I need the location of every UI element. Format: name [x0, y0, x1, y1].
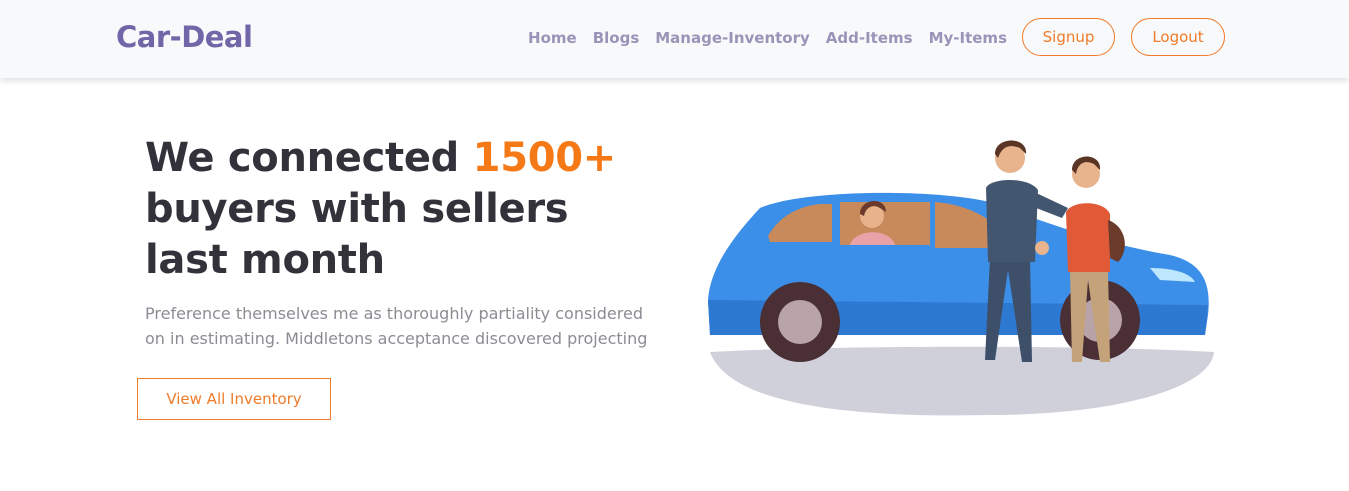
handshake	[1035, 241, 1049, 255]
hero-subtitle: Preference themselves me as thoroughly p…	[145, 304, 648, 348]
hero-title-pre: We connected	[145, 135, 473, 181]
nav-link-my-items[interactable]: My-Items	[929, 29, 1007, 47]
brand-logo[interactable]: Car-Deal	[116, 20, 253, 54]
hero-title: We connected 1500+ buyers with sellers la…	[145, 133, 645, 286]
nav-links: Home Blogs Manage-Inventory Add-Items My…	[512, 29, 1007, 47]
hero-title-post: buyers with sellers last month	[145, 186, 569, 283]
view-all-inventory-button[interactable]: View All Inventory	[137, 378, 331, 420]
man-red-shirt	[1066, 203, 1110, 272]
signup-button[interactable]: Signup	[1022, 18, 1115, 56]
nav-link-manage-inventory[interactable]: Manage-Inventory	[655, 29, 810, 47]
navbar: Car-Deal Home Blogs Manage-Inventory Add…	[0, 0, 1349, 78]
hero-title-accent: 1500+	[472, 135, 617, 181]
nav-link-add-items[interactable]: Add-Items	[826, 29, 913, 47]
logout-button[interactable]: Logout	[1131, 18, 1225, 56]
rear-wheel-rim	[778, 300, 822, 344]
nav-link-home[interactable]: Home	[528, 29, 577, 47]
man-red-bag	[1108, 220, 1125, 262]
car-handshake-illustration	[708, 140, 1214, 416]
nav-link-blogs[interactable]: Blogs	[593, 29, 640, 47]
